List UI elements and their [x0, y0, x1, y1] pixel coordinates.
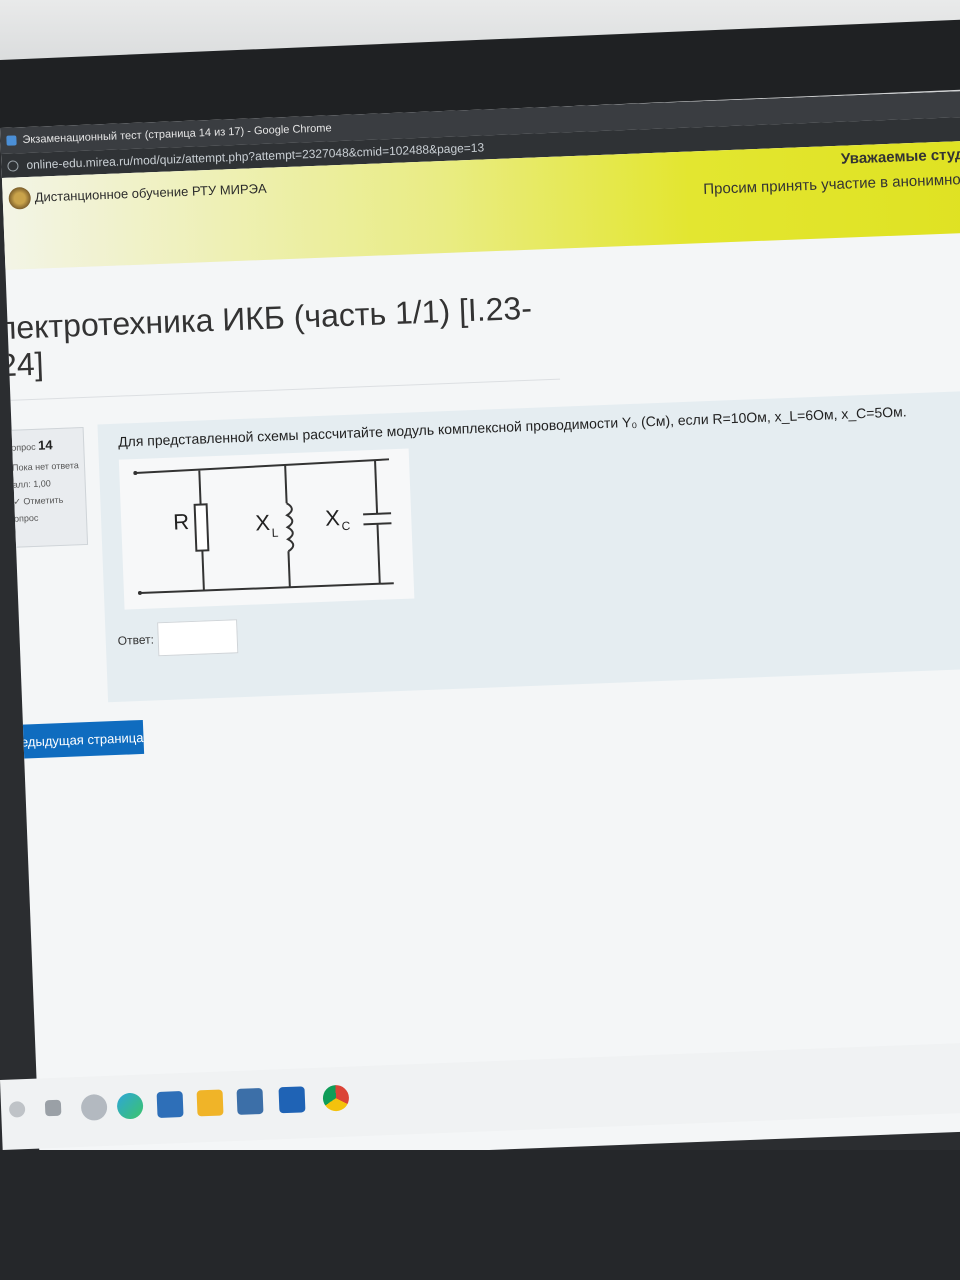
- answer-input[interactable]: [157, 619, 239, 657]
- question-box: Для представленной схемы рассчитайте мод…: [97, 389, 960, 703]
- page-title: лектротехника ИКБ (часть 1/1) [I.23-24]: [0, 248, 561, 402]
- flag-label[interactable]: Отметить: [23, 495, 63, 507]
- capacitor-subscript: C: [341, 518, 351, 534]
- previous-page-button[interactable]: редыдущая страница: [12, 719, 145, 759]
- flag-label-2[interactable]: опрос: [14, 513, 39, 524]
- flag-question-link[interactable]: ✓ Отметить опрос: [13, 491, 82, 528]
- monitor-bezel-bottom: [0, 1150, 960, 1280]
- edge-icon[interactable]: [116, 1092, 144, 1120]
- calculator-icon[interactable]: [236, 1087, 264, 1115]
- question-text: Для представленной схемы рассчитайте мод…: [117, 403, 907, 450]
- chat-icon[interactable]: [80, 1093, 108, 1121]
- task-view-icon[interactable]: [44, 1099, 62, 1117]
- capacitor-label: X: [324, 505, 341, 531]
- browser-window: Экзаменационный тест (страница 14 из 17)…: [0, 90, 960, 1168]
- site-info-icon[interactable]: [7, 159, 19, 172]
- folder-icon[interactable]: [196, 1089, 224, 1117]
- question-label: опрос: [11, 441, 36, 453]
- question-status: Пока нет ответа: [11, 459, 79, 473]
- tab-favicon-icon: [6, 135, 17, 146]
- mail-icon[interactable]: [278, 1086, 306, 1114]
- inductor-label: X: [254, 509, 271, 536]
- question-info-panel: опрос 14 Пока нет ответа алл: 1,00 ✓ Отм…: [5, 427, 89, 548]
- circuit-diagram: R X L X C: [118, 448, 415, 610]
- inductor-subscript: L: [271, 525, 279, 540]
- store-icon[interactable]: [156, 1091, 184, 1118]
- question-number: 14: [37, 437, 53, 453]
- search-icon[interactable]: [8, 1101, 26, 1118]
- answer-label: Ответ:: [117, 632, 155, 648]
- chrome-icon[interactable]: [322, 1084, 350, 1112]
- resistor-label: R: [172, 509, 190, 535]
